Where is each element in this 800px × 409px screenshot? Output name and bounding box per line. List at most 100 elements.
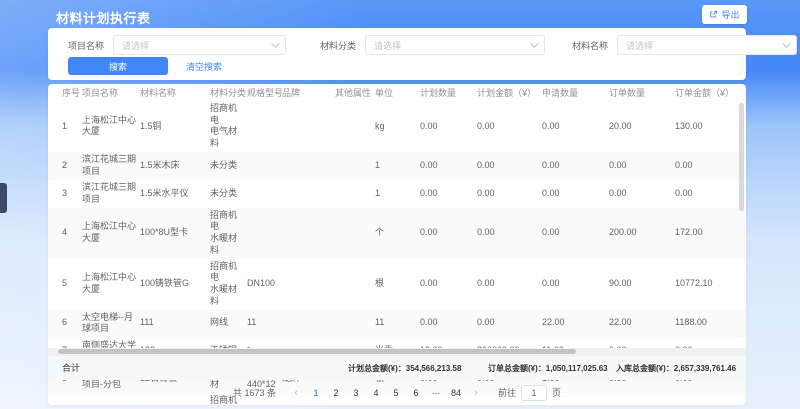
- table-cell: [247, 208, 282, 259]
- table-cell: 172.00: [675, 208, 746, 259]
- table-cell: DN100: [247, 259, 282, 310]
- table-cell: 0.00: [542, 180, 609, 208]
- filter-group-material-name: 材料名称 请选择: [572, 35, 797, 55]
- summary-total-label: 合计: [62, 356, 80, 381]
- column-header: 材料分类: [210, 84, 247, 101]
- planned-total-amount: 计划总金额(¥)：354,566,213.58: [348, 356, 461, 381]
- table-cell: 100铸铁管G: [140, 259, 210, 310]
- horizontal-scrollbar-track[interactable]: [48, 348, 746, 355]
- table-row[interactable]: 5上海松江中心大厦100铸铁管G招商机电 水暖材料DN100根0.000.000…: [48, 259, 746, 310]
- table-cell: 1: [48, 101, 82, 152]
- filter-label-material-name: 材料名称: [572, 39, 608, 52]
- page-ellipsis[interactable]: ···: [428, 385, 444, 401]
- table-row[interactable]: 3滨江花城三期项目1.5米水平仪未分类10.000.000.000.000.00: [48, 180, 746, 208]
- search-button[interactable]: 搜索: [68, 57, 168, 75]
- table-cell: 3: [48, 180, 82, 208]
- table-cell: 20.00: [609, 101, 675, 152]
- table-cell: 太空电梯--月球项目: [82, 309, 140, 337]
- table-cell: 0.00: [477, 309, 542, 337]
- table-cell: 招商机电 水暖材料: [210, 259, 247, 310]
- table-cell: [282, 259, 335, 310]
- export-button[interactable]: 导出: [702, 5, 747, 24]
- sidebar-collapse-handle[interactable]: [0, 183, 7, 213]
- table-cell: 根: [375, 259, 420, 310]
- table-cell: 招商机电 电气材料: [210, 101, 247, 152]
- export-icon: [709, 10, 718, 19]
- table-cell: 1188.00: [675, 309, 746, 337]
- table-cell: 6: [48, 309, 82, 337]
- pagination-total: 共 1673 条: [233, 386, 276, 399]
- page-number-84[interactable]: 84: [448, 385, 464, 401]
- select-placeholder: 请选择: [626, 39, 782, 52]
- table-cell: 1: [375, 152, 420, 180]
- material-name-select[interactable]: 请选择: [617, 35, 797, 55]
- table-cell: 上海松江中心大厦: [82, 259, 140, 310]
- table-cell: 2: [48, 152, 82, 180]
- table-cell: 22.00: [609, 309, 675, 337]
- table-cell: 111: [140, 309, 210, 337]
- table-row[interactable]: 4上海松江中心大厦100*8U型卡招商机电 水暖材料个0.000.000.002…: [48, 208, 746, 259]
- page-number-1[interactable]: 1: [308, 385, 324, 401]
- column-header: 计划金额（¥）: [477, 84, 542, 101]
- table-cell: [282, 180, 335, 208]
- table-cell: [335, 180, 375, 208]
- table-cell: 4: [48, 208, 82, 259]
- page-number-4[interactable]: 4: [368, 385, 384, 401]
- column-header: 计划数量: [420, 84, 477, 101]
- table-cell: 1: [375, 180, 420, 208]
- table-cell: [335, 101, 375, 152]
- table-cell: 22.00: [542, 309, 609, 337]
- column-header: 单位: [375, 84, 420, 101]
- page-number-6[interactable]: 6: [408, 385, 424, 401]
- page-number-5[interactable]: 5: [388, 385, 404, 401]
- chevron-down-icon: [782, 39, 790, 47]
- table-cell: [282, 208, 335, 259]
- project-name-select[interactable]: 请选择: [113, 35, 286, 55]
- table-row[interactable]: 1上海松江中心大厦1.5铜招商机电 电气材料kg0.000.000.0020.0…: [48, 101, 746, 152]
- table-cell: 100*8U型卡: [140, 208, 210, 259]
- table-cell: 0.00: [420, 101, 477, 152]
- table-row[interactable]: 2滨江花城三期项目1.5米木床未分类10.000.000.000.000.00: [48, 152, 746, 180]
- table-cell: 0.00: [477, 101, 542, 152]
- clear-search-button[interactable]: 清空搜索: [186, 60, 222, 73]
- table-cell: [282, 309, 335, 337]
- column-header: 订单数量: [609, 84, 675, 101]
- table-cell: 滨江花城三期项目: [82, 152, 140, 180]
- horizontal-scrollbar-thumb[interactable]: [58, 349, 576, 354]
- table-cell: [335, 208, 375, 259]
- material-category-select[interactable]: 请选择: [365, 35, 545, 55]
- goto-label: 前往: [498, 386, 516, 399]
- table-cell: 0.00: [675, 180, 746, 208]
- page-number-3[interactable]: 3: [348, 385, 364, 401]
- column-header: 项目名称: [82, 84, 140, 101]
- table-cell: 上海松江中心大厦: [82, 208, 140, 259]
- table-cell: [247, 180, 282, 208]
- column-header: 规格型号: [247, 84, 282, 101]
- table-cell: [335, 152, 375, 180]
- next-page-button[interactable]: ›: [468, 385, 484, 401]
- vertical-scrollbar-thumb[interactable]: [739, 103, 744, 211]
- table-cell: 0.00: [675, 152, 746, 180]
- table-cell: 1.5铜: [140, 101, 210, 152]
- prev-page-button[interactable]: ‹: [288, 385, 304, 401]
- material-plan-table-card: 序号项目名称材料名称材料分类规格型号品牌其他属性单位计划数量计划金额（¥）申请数…: [48, 84, 746, 405]
- filter-label-material-category: 材料分类: [320, 39, 356, 52]
- page-number-2[interactable]: 2: [328, 385, 344, 401]
- export-label: 导出: [721, 8, 739, 21]
- goto-page-input[interactable]: [521, 385, 547, 401]
- table-cell: 0.00: [477, 152, 542, 180]
- pagination: 共 1673 条 ‹ 123456···84 › 前往 页: [48, 380, 746, 405]
- table-cell: 0.00: [420, 180, 477, 208]
- summary-row: 合计 计划总金额(¥)：354,566,213.58 订单总金额(¥)：1,05…: [48, 355, 746, 380]
- table-cell: kg: [375, 101, 420, 152]
- table-header-row: 序号项目名称材料名称材料分类规格型号品牌其他属性单位计划数量计划金额（¥）申请数…: [48, 84, 746, 101]
- table-cell: 0.00: [609, 180, 675, 208]
- table-cell: 0.00: [542, 101, 609, 152]
- table-cell: [335, 309, 375, 337]
- page-number-list: 123456···84: [308, 385, 464, 401]
- filter-actions: 搜索 清空搜索: [68, 57, 222, 75]
- table-row[interactable]: 6太空电梯--月球项目111网线11110.000.0022.0022.0011…: [48, 309, 746, 337]
- column-header: 订单金额（¥）: [675, 84, 746, 101]
- table-cell: 个: [375, 208, 420, 259]
- table-cell: 0.00: [477, 180, 542, 208]
